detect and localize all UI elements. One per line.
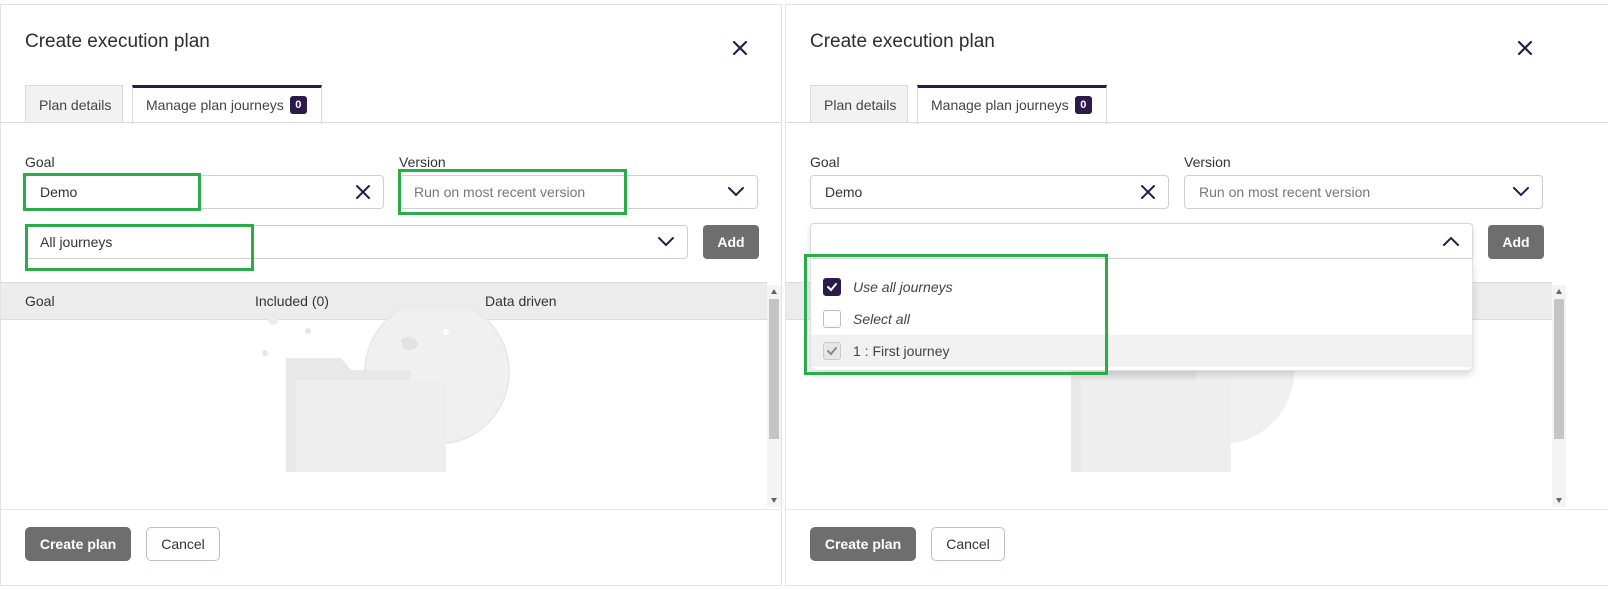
goal-select[interactable]: Demo — [810, 175, 1169, 209]
add-button[interactable]: Add — [703, 225, 759, 259]
scroll-up-arrow[interactable] — [1556, 289, 1562, 294]
tab-manage-plan-journeys[interactable]: Manage plan journeys 0 — [917, 85, 1107, 124]
chevron-up-icon — [1443, 236, 1459, 246]
column-data-driven: Data driven — [485, 293, 557, 309]
option-label: Select all — [853, 311, 910, 327]
column-goal: Goal — [25, 293, 55, 309]
version-label: Version — [1184, 154, 1231, 170]
add-button[interactable]: Add — [1488, 225, 1544, 259]
journeys-options-list: Use all journeys Select all 1 : First jo… — [810, 259, 1473, 371]
goal-value: Demo — [40, 184, 78, 200]
version-label: Version — [399, 154, 446, 170]
version-select[interactable]: Run on most recent version — [399, 175, 758, 209]
scroll-thumb[interactable] — [1554, 299, 1564, 439]
option-label: Use all journeys — [853, 279, 953, 295]
tab-label: Manage plan journeys — [146, 97, 284, 113]
scroll-down-arrow[interactable] — [1556, 498, 1562, 503]
option-select-all[interactable]: Select all — [811, 303, 1472, 335]
table-scrollbar[interactable] — [1552, 285, 1566, 507]
close-icon — [1517, 40, 1533, 56]
goal-label: Goal — [25, 154, 55, 170]
close-button[interactable] — [1514, 37, 1536, 59]
option-first-journey[interactable]: 1 : First journey — [811, 335, 1472, 367]
tab-label: Manage plan journeys — [931, 97, 1069, 113]
table-scrollbar[interactable] — [767, 285, 781, 507]
checkbox-checked[interactable] — [823, 278, 841, 296]
journey-count-badge: 0 — [1074, 96, 1092, 115]
version-placeholder: Run on most recent version — [414, 184, 586, 200]
create-plan-button[interactable]: Create plan — [25, 527, 131, 561]
close-icon — [732, 40, 748, 56]
cancel-button[interactable]: Cancel — [931, 527, 1005, 561]
tab-plan-details[interactable]: Plan details — [25, 85, 123, 123]
option-label: 1 : First journey — [853, 343, 950, 359]
check-icon — [827, 347, 837, 356]
checkbox-disabled-checked — [823, 342, 841, 360]
dialog-footer: Create plan Cancel — [1, 509, 781, 585]
scroll-down-arrow[interactable] — [771, 498, 777, 503]
option-use-all-journeys[interactable]: Use all journeys — [811, 271, 1472, 303]
tab-manage-plan-journeys[interactable]: Manage plan journeys 0 — [132, 85, 322, 124]
tab-plan-details[interactable]: Plan details — [810, 85, 908, 123]
journeys-select[interactable]: All journeys — [25, 225, 688, 259]
chevron-down-icon — [658, 237, 674, 247]
clear-icon[interactable] — [355, 184, 371, 200]
journeys-select-open[interactable] — [810, 223, 1473, 259]
version-placeholder: Run on most recent version — [1199, 184, 1371, 200]
version-select[interactable]: Run on most recent version — [1184, 175, 1543, 209]
chevron-down-icon — [728, 187, 744, 197]
clear-icon[interactable] — [1140, 184, 1156, 200]
dialog-title: Create execution plan — [25, 31, 210, 52]
goal-value: Demo — [825, 184, 863, 200]
journey-count-badge: 0 — [289, 96, 307, 115]
create-plan-dialog-left: Create execution plan Plan details Manag… — [0, 4, 782, 586]
close-button[interactable] — [729, 37, 751, 59]
cancel-button[interactable]: Cancel — [146, 527, 220, 561]
goal-select[interactable]: Demo — [25, 175, 384, 209]
dialog-title: Create execution plan — [810, 31, 995, 52]
create-plan-button[interactable]: Create plan — [810, 527, 916, 561]
checkbox-unchecked[interactable] — [823, 310, 841, 328]
scroll-thumb[interactable] — [769, 299, 779, 439]
dialog-footer: Create plan Cancel — [786, 509, 1608, 585]
empty-state-illustration — [262, 310, 510, 472]
tab-divider — [786, 122, 1608, 123]
tab-divider — [1, 122, 781, 123]
journeys-value: All journeys — [40, 234, 113, 250]
scroll-up-arrow[interactable] — [771, 289, 777, 294]
chevron-down-icon — [1513, 187, 1529, 197]
check-icon — [827, 283, 837, 292]
column-included: Included (0) — [255, 293, 329, 309]
goal-label: Goal — [810, 154, 840, 170]
create-plan-dialog-right: Create execution plan Plan details Manag… — [785, 4, 1608, 586]
